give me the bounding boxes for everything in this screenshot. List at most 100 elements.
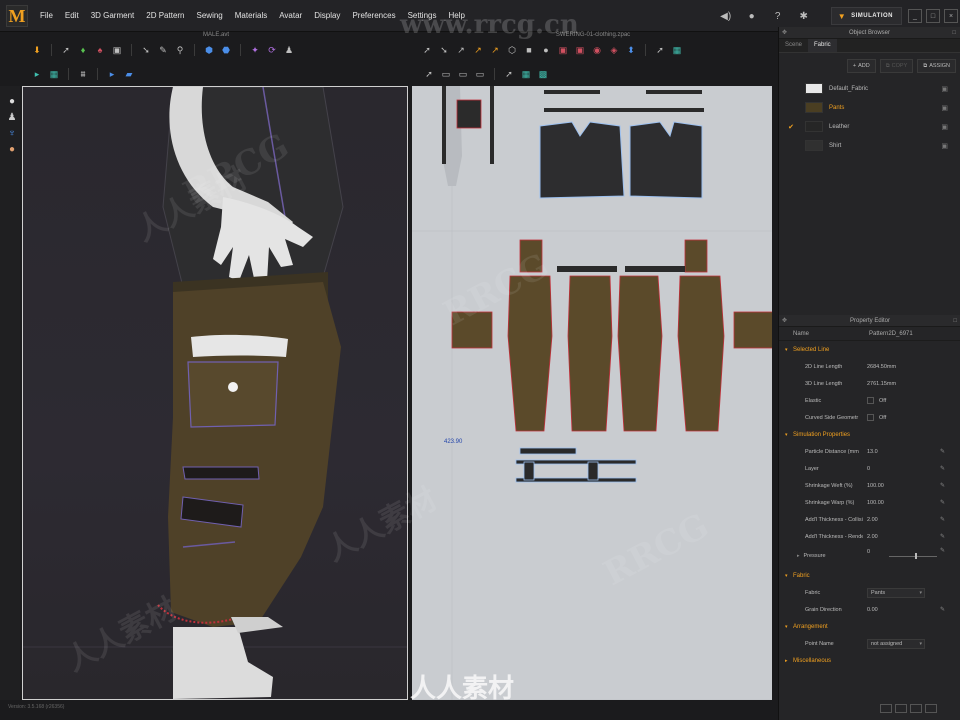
internal-rect-icon[interactable]: ▣: [573, 44, 587, 57]
avatar-pose-tool-icon[interactable]: ✦: [248, 44, 262, 57]
panel-close-icon[interactable]: □: [953, 315, 957, 327]
m-n-sewing-icon[interactable]: ▭: [439, 68, 453, 81]
user-icon[interactable]: ●: [741, 5, 763, 27]
point-name-select[interactable]: not assigned: [867, 638, 925, 649]
section-selected-line[interactable]: ▾ Selected Line: [779, 341, 960, 358]
fabric-item[interactable]: Default_Fabric ▣: [779, 79, 960, 98]
menu-avatar[interactable]: Avatar: [273, 11, 308, 20]
avatar-skeleton-icon[interactable]: ♆: [6, 128, 18, 140]
edit-pencil-icon[interactable]: ✎: [940, 533, 945, 540]
tack-tool-icon[interactable]: ➘: [139, 44, 153, 57]
close-icon[interactable]: ×: [944, 9, 958, 23]
curve-point-icon[interactable]: ↗: [471, 44, 485, 57]
dart-tool-icon[interactable]: ◈: [607, 44, 621, 57]
rectangle-tool-icon[interactable]: ■: [522, 44, 536, 57]
measure-tool-icon[interactable]: ⚲: [173, 44, 187, 57]
prop-row[interactable]: Particle Distance (mm 13.0 ✎: [779, 443, 960, 460]
check-sewing-icon[interactable]: ▭: [456, 68, 470, 81]
avatar-body-icon[interactable]: ♟: [6, 112, 18, 124]
fabric-save-icon[interactable]: ▣: [941, 85, 948, 93]
avatar-rotate-tool-icon[interactable]: ⟳: [265, 44, 279, 57]
pin-tool-icon[interactable]: ✎: [156, 44, 170, 57]
fabric-save-icon[interactable]: ▣: [941, 123, 948, 131]
segment-sewing-icon[interactable]: ➚: [653, 44, 667, 57]
minimize-icon[interactable]: _: [908, 9, 922, 23]
internal-circle-icon[interactable]: ◉: [590, 44, 604, 57]
menu-2d-pattern[interactable]: 2D Pattern: [140, 11, 190, 20]
add-fabric-button[interactable]: + ADD: [846, 59, 876, 73]
fabric-select[interactable]: Pants: [867, 587, 925, 598]
section-arrangement[interactable]: ▾ Arrangement: [779, 618, 960, 635]
free-sewing-icon[interactable]: ▦: [670, 44, 684, 57]
elastic-checkbox[interactable]: [867, 397, 874, 404]
pin-icon[interactable]: ✥: [782, 27, 787, 39]
layout-2d-icon[interactable]: [910, 704, 922, 713]
menu-sewing[interactable]: Sewing: [191, 11, 229, 20]
prop-row[interactable]: Layer 0 ✎: [779, 460, 960, 477]
edit-pencil-icon[interactable]: ✎: [940, 547, 945, 554]
viewport-2d[interactable]: 423.90: [412, 86, 772, 700]
edit-sewing-icon[interactable]: ➚: [422, 68, 436, 81]
transform-pattern-icon[interactable]: ➚: [420, 44, 434, 57]
prop-row-pressure[interactable]: ▸ Pressure 0 ✎: [779, 545, 960, 567]
internal-polygon-icon[interactable]: ▣: [556, 44, 570, 57]
fabric-item[interactable]: Shirt ▣: [779, 136, 960, 155]
help-icon[interactable]: ?: [767, 5, 789, 27]
edit-pencil-icon[interactable]: ✎: [940, 465, 945, 472]
avatar-skin-icon[interactable]: ●: [6, 144, 18, 156]
speaker-icon[interactable]: ◀): [715, 5, 737, 27]
polygon-tool-icon[interactable]: ⬡: [505, 44, 519, 57]
texture-grid-icon[interactable]: ▩: [536, 68, 550, 81]
viewport-3d[interactable]: [22, 86, 408, 700]
add-point-icon[interactable]: ↗: [488, 44, 502, 57]
restore-icon[interactable]: □: [926, 9, 940, 23]
curved-side-checkbox[interactable]: [867, 414, 874, 421]
edit-texture-icon[interactable]: ➚: [502, 68, 516, 81]
sewing-length-icon[interactable]: ▭: [473, 68, 487, 81]
layout-split-icon[interactable]: [895, 704, 907, 713]
reset-arrangement-icon[interactable]: ⬣: [219, 44, 233, 57]
layout-single-icon[interactable]: [880, 704, 892, 713]
pressure-slider-handle[interactable]: [915, 553, 917, 559]
fabric-item[interactable]: ✔ Leather ▣: [779, 117, 960, 136]
select-move-tool-icon[interactable]: ➚: [59, 44, 73, 57]
texture-2d-icon[interactable]: ▦: [519, 68, 533, 81]
trace-tool-icon[interactable]: ⬍: [624, 44, 638, 57]
prop-row[interactable]: Shrinkage Weft (%) 100.00 ✎: [779, 477, 960, 494]
section-simulation-properties[interactable]: ▾ Simulation Properties: [779, 426, 960, 443]
panel-close-icon[interactable]: □: [952, 27, 956, 39]
assign-fabric-button[interactable]: ⧉ ASSIGN: [917, 59, 956, 73]
menu-help[interactable]: Help: [442, 11, 470, 20]
uv-tool-icon[interactable]: ▸: [30, 68, 44, 81]
copy-fabric-button[interactable]: ⧉ COPY: [879, 59, 914, 73]
edit-curve-icon[interactable]: ↗: [454, 44, 468, 57]
garment-tool-icon[interactable]: ♠: [93, 44, 107, 57]
menu-settings[interactable]: Settings: [402, 11, 443, 20]
texture-tool-icon[interactable]: ▦: [47, 68, 61, 81]
menu-edit[interactable]: Edit: [59, 11, 85, 20]
tshirt-settings-icon[interactable]: ✱: [793, 5, 815, 27]
tab-fabric[interactable]: Fabric: [808, 39, 837, 52]
zipper-tool-icon[interactable]: ⩩: [76, 68, 90, 81]
simulate-tool-icon[interactable]: ⬇: [30, 44, 44, 57]
section-miscellaneous[interactable]: ▸ Miscellaneous: [779, 652, 960, 669]
prop-row[interactable]: Add'l Thickness - Rendering2.00✎: [779, 528, 960, 545]
avatar-head-icon[interactable]: ●: [6, 96, 18, 108]
menu-materials[interactable]: Materials: [229, 11, 273, 20]
prop-row[interactable]: Shrinkage Warp (%) 100.00 ✎: [779, 494, 960, 511]
layout-3d-icon[interactable]: [925, 704, 937, 713]
edit-pencil-icon[interactable]: ✎: [940, 606, 945, 613]
edit-pattern-icon[interactable]: ➘: [437, 44, 451, 57]
menu-preferences[interactable]: Preferences: [346, 11, 401, 20]
pin-icon[interactable]: ✥: [782, 315, 787, 327]
menu-display[interactable]: Display: [308, 11, 346, 20]
graphic-tool-icon[interactable]: ▸: [105, 68, 119, 81]
fabric-save-icon[interactable]: ▣: [941, 104, 948, 112]
prop-row[interactable]: Grain Direction 0.00 ✎: [779, 601, 960, 618]
section-fabric[interactable]: ▾ Fabric: [779, 567, 960, 584]
fabric-item[interactable]: Pants ▣: [779, 98, 960, 117]
button-tool-icon[interactable]: ▰: [122, 68, 136, 81]
edit-pencil-icon[interactable]: ✎: [940, 516, 945, 523]
menu-file[interactable]: File: [34, 11, 59, 20]
arrangement-tool-icon[interactable]: ⬢: [202, 44, 216, 57]
